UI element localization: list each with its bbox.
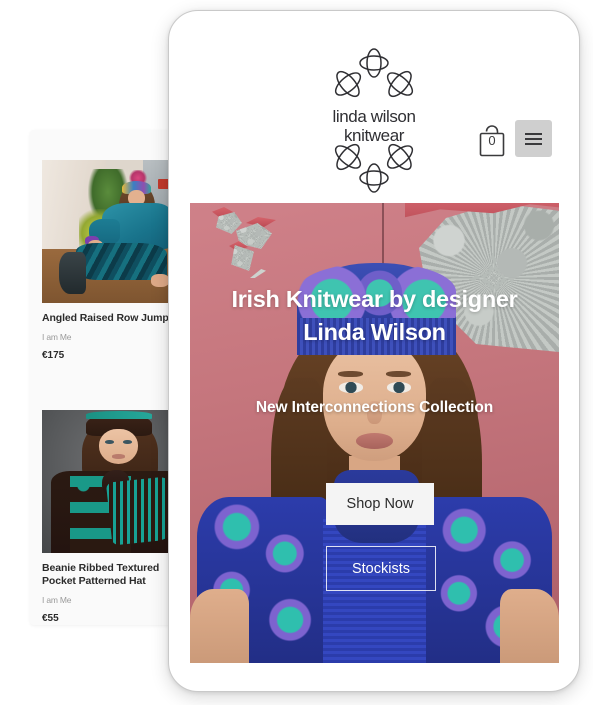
product-image-model-beanie-band <box>86 411 153 419</box>
brand-name-line-1: linda wilson <box>332 107 416 126</box>
product-title[interactable]: Beanie Ribbed Textured Pocket Patterned … <box>42 562 182 588</box>
brand-name-line-2: knitwear <box>343 126 405 145</box>
product-image-model-eye-right <box>123 440 133 444</box>
stockists-button[interactable]: Stockists <box>326 546 436 591</box>
product-title[interactable]: Angled Raised Row Jumper <box>42 312 182 325</box>
product-image-model-eye-left <box>104 440 114 444</box>
menu-button[interactable] <box>515 120 552 157</box>
product-image-model-lips <box>111 454 126 459</box>
product-image-model-boot <box>58 251 87 295</box>
shop-now-button[interactable]: Shop Now <box>326 483 434 525</box>
hamburger-menu-icon-bar-1 <box>525 133 542 135</box>
hamburger-menu-icon-bar-2 <box>525 138 542 140</box>
hero-banner: Irish Knitwear by designer Linda Wilson … <box>190 203 559 663</box>
hero-subheadline: New Interconnections Collection <box>255 399 494 416</box>
product-image-model-foot <box>150 274 169 288</box>
hero-overlay: Irish Knitwear by designer Linda Wilson … <box>190 203 559 663</box>
site-header: linda wilson knitwear 0 <box>169 25 579 195</box>
hamburger-menu-icon-bar-3 <box>525 143 542 145</box>
device-frame: linda wilson knitwear 0 Irish Knitwear b… <box>168 10 580 692</box>
cart-button[interactable]: 0 <box>475 122 509 160</box>
brand-logo[interactable]: linda wilson knitwear <box>310 47 438 197</box>
hero-headline: Irish Knitwear by designer Linda Wilson <box>231 286 518 345</box>
cart-count-badge: 0 <box>488 133 496 148</box>
